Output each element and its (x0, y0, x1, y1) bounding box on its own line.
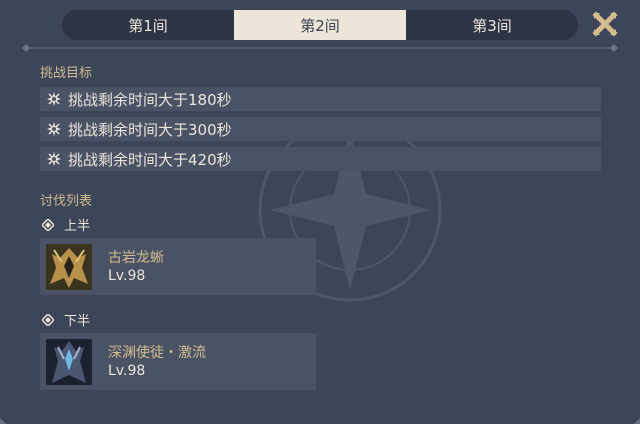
first-half-text: 上半 (64, 219, 91, 234)
abyss-herald-portrait-icon (46, 338, 92, 385)
star-icon (47, 122, 61, 136)
close-button[interactable] (592, 11, 618, 37)
diamond-icon (42, 313, 54, 326)
chamber-tabs: 第1间 第2间 第3间 (62, 10, 578, 40)
goals-title: 挑战目标 (40, 66, 93, 81)
tab-chamber-1[interactable]: 第1间 (62, 10, 234, 40)
enemy-portrait-lizard (46, 243, 92, 290)
enemy-card-second-half[interactable]: 深渊使徒・激流 Lv.98 (40, 333, 316, 390)
goal-text: 挑战剩余时间大于300秒 (68, 120, 232, 139)
close-x-icon (592, 11, 618, 37)
goal-row: 挑战剩余时间大于300秒 (40, 117, 601, 141)
enemy-portrait-herald (46, 338, 92, 385)
geovishap-portrait-icon (46, 243, 92, 290)
star-icon (47, 92, 61, 106)
enemy-list-title: 讨伐列表 (40, 194, 93, 209)
second-half-text: 下半 (64, 314, 91, 329)
header-divider (22, 44, 618, 52)
first-half-label: 上半 (42, 215, 90, 234)
tab-chamber-2[interactable]: 第2间 (234, 10, 406, 40)
enemy-level: Lv.98 (108, 267, 146, 284)
tab-chamber-3[interactable]: 第3间 (406, 10, 578, 40)
enemy-name: 古岩龙蜥 (108, 249, 164, 266)
enemy-name: 深渊使徒・激流 (108, 344, 206, 361)
corner-ornament (634, 418, 640, 424)
enemy-level: Lv.98 (108, 362, 146, 379)
enemy-card-first-half[interactable]: 古岩龙蜥 Lv.98 (40, 238, 316, 295)
goal-text: 挑战剩余时间大于180秒 (68, 90, 232, 109)
goal-row: 挑战剩余时间大于420秒 (40, 147, 601, 171)
goal-text: 挑战剩余时间大于420秒 (68, 150, 232, 169)
second-half-label: 下半 (42, 310, 90, 329)
abyss-floor-panel: 第1间 第2间 第3间 挑战目标 挑战剩余时间大于180秒 挑战剩余时间大于30… (0, 0, 640, 424)
goal-row: 挑战剩余时间大于180秒 (40, 87, 601, 111)
corner-ornament (0, 418, 6, 424)
diamond-icon (42, 218, 54, 231)
star-icon (47, 152, 61, 166)
